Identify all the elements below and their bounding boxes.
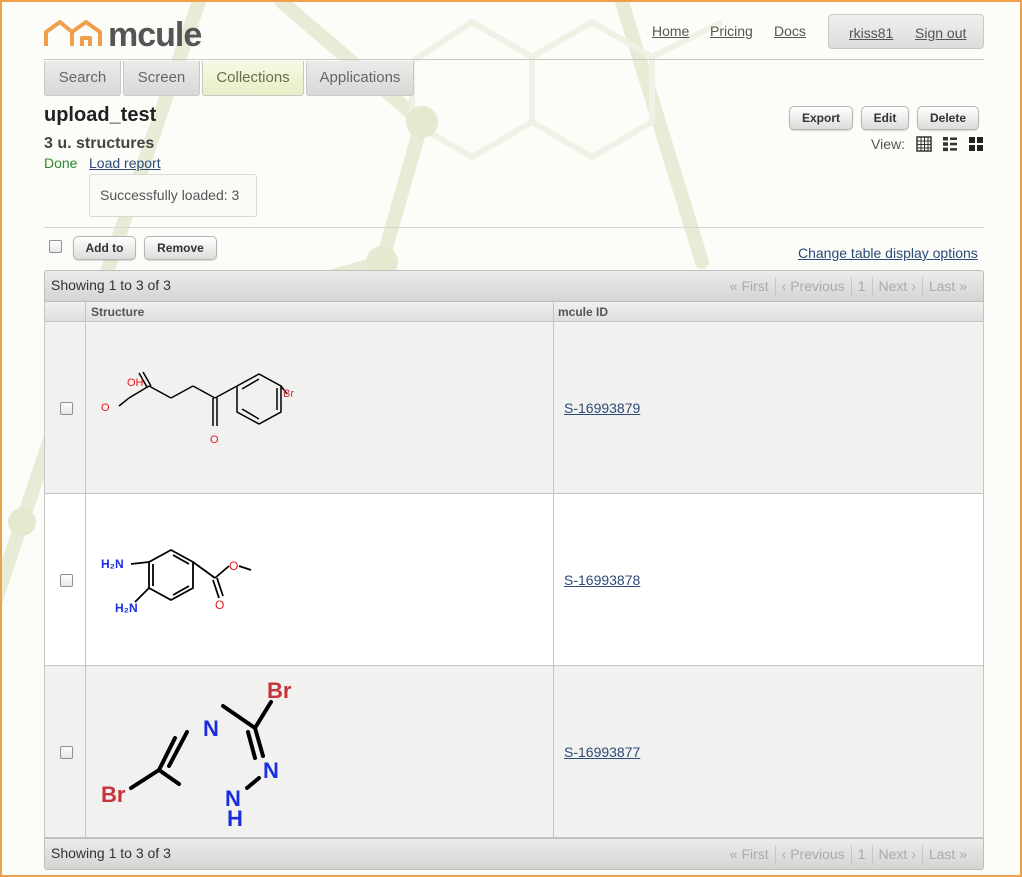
pager-first[interactable]: « First (724, 277, 775, 297)
molecule-structure-image[interactable]: OH O O Br (91, 322, 556, 492)
pager-top: Showing 1 to 3 of 3 « First ‹ Previous 1… (44, 270, 984, 302)
tab-applications[interactable]: Applications (306, 61, 414, 96)
status-text: Done (44, 155, 78, 171)
export-button[interactable]: Export (789, 106, 853, 130)
view-label: View: (871, 136, 905, 152)
structure-count: 3 u. structures (44, 135, 155, 152)
pager-previous[interactable]: ‹ Previous (774, 277, 851, 297)
pager-last[interactable]: Last » (921, 845, 973, 865)
atom-label-br: Br (267, 678, 292, 703)
atom-label-o: O (229, 559, 238, 573)
mcule-id-link[interactable]: S-16993877 (564, 744, 640, 760)
load-message-box: Successfully loaded: 3 (89, 174, 257, 217)
tab-collections[interactable]: Collections (202, 61, 304, 96)
table-view-icon[interactable] (916, 136, 932, 152)
atom-label-o: O (101, 402, 110, 414)
pager-page-number[interactable]: 1 (850, 845, 872, 865)
change-table-display-options-link[interactable]: Change table display options (798, 245, 978, 261)
table-header-row: Structure mcule ID (44, 302, 984, 322)
pagination-links: « First ‹ Previous 1 Next › Last » (724, 845, 973, 865)
row-checkbox[interactable] (60, 574, 73, 587)
column-header-structure[interactable]: Structure (91, 305, 144, 319)
nav-docs-link[interactable]: Docs (774, 23, 806, 39)
nav-pricing-link[interactable]: Pricing (710, 23, 753, 39)
nav-home-link[interactable]: Home (652, 23, 689, 39)
user-box: rkiss81 Sign out (828, 14, 984, 49)
pager-bottom: Showing 1 to 3 of 3 « First ‹ Previous 1… (44, 838, 984, 870)
pagination-links: « First ‹ Previous 1 Next › Last » (724, 277, 973, 297)
atom-label-h: H (227, 806, 243, 831)
atom-label-n: N (203, 716, 219, 741)
logo-text: mcule (108, 16, 201, 54)
page-frame: mcule Home Pricing Docs rkiss81 Sign out… (0, 0, 1022, 877)
table-row: Br N N N H Br S-16993877 (44, 666, 984, 838)
mcule-logo[interactable]: mcule (42, 10, 217, 56)
table-row: H₂N H₂N O O S-16993878 (44, 494, 984, 666)
molecule-structure-image[interactable]: Br N N N H Br (91, 666, 556, 836)
pager-previous[interactable]: ‹ Previous (774, 845, 851, 865)
remove-button[interactable]: Remove (144, 236, 217, 260)
mcule-id-link[interactable]: S-16993878 (564, 572, 640, 588)
atom-label-br: Br (101, 782, 126, 807)
atom-label-n: N (263, 758, 279, 783)
pager-first[interactable]: « First (724, 845, 775, 865)
pager-next[interactable]: Next › (871, 277, 922, 297)
tab-screen[interactable]: Screen (123, 61, 200, 96)
section-divider (44, 227, 984, 228)
showing-count: Showing 1 to 3 of 3 (51, 845, 171, 861)
row-checkbox[interactable] (60, 402, 73, 415)
logo-house-icon (44, 20, 102, 46)
header-divider (44, 59, 984, 60)
column-header-mcule-id[interactable]: mcule ID (558, 305, 608, 319)
tab-search[interactable]: Search (44, 61, 121, 96)
select-all-checkbox[interactable] (49, 240, 62, 253)
edit-button[interactable]: Edit (861, 106, 909, 130)
atom-label-oh: OH (127, 377, 144, 389)
row-checkbox[interactable] (60, 746, 73, 759)
delete-button[interactable]: Delete (917, 106, 979, 130)
atom-label-o: O (210, 434, 219, 446)
pager-page-number[interactable]: 1 (850, 277, 872, 297)
table-row: OH O O Br S-16993879 (44, 322, 984, 494)
add-to-button[interactable]: Add to (73, 236, 136, 260)
username-link[interactable]: rkiss81 (849, 25, 893, 41)
sign-out-link[interactable]: Sign out (915, 25, 966, 41)
atom-label-br: Br (283, 388, 294, 400)
grid-view-icon[interactable] (968, 136, 984, 152)
molecule-structure-image[interactable]: H₂N H₂N O O (91, 494, 556, 664)
showing-count: Showing 1 to 3 of 3 (51, 277, 171, 293)
atom-label-o: O (215, 598, 224, 612)
pager-last[interactable]: Last » (921, 277, 973, 297)
atom-label-nh2: H₂N (115, 601, 138, 615)
mcule-id-link[interactable]: S-16993879 (564, 400, 640, 416)
pager-next[interactable]: Next › (871, 845, 922, 865)
load-report-link[interactable]: Load report (89, 155, 161, 171)
atom-label-nh2: H₂N (101, 557, 124, 571)
list-view-icon[interactable] (942, 136, 958, 152)
collection-title: upload_test (44, 104, 157, 126)
